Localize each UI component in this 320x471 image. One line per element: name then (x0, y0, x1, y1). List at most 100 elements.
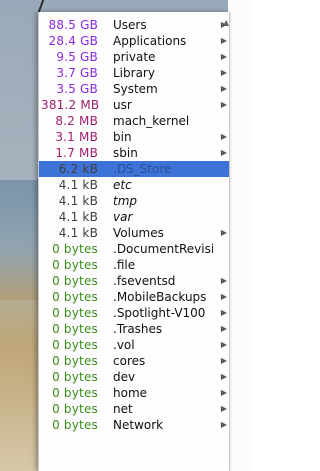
menu-item-net[interactable]: 0 bytes net ▶ (39, 401, 229, 417)
menu-item-label: dev (113, 370, 136, 384)
menu-item-library[interactable]: 3.7 GB Library ▶ (39, 65, 229, 81)
menu-item-label: private (113, 50, 156, 64)
submenu-triangle-icon: ▶ (220, 36, 228, 45)
submenu-triangle-icon: ▶ (220, 404, 228, 413)
menu-item-size: 0 bytes (52, 370, 98, 384)
menu-item-label: cores (113, 354, 146, 368)
menu-item-mach-kernel[interactable]: 8.2 MB mach_kernel (39, 113, 229, 129)
menu-item-trashes[interactable]: 0 bytes .Trashes ▶ (39, 321, 229, 337)
menu-item-ds-store[interactable]: 6.2 kB .DS_Store (39, 161, 229, 177)
menu-item-size: 4.1 kB (58, 210, 98, 224)
menu-item-size: 381.2 MB (41, 98, 100, 112)
menu-item-spotlight-v100[interactable]: 0 bytes .Spotlight-V100 ▶ (39, 305, 229, 321)
menu-item-size: 0 bytes (52, 290, 98, 304)
submenu-triangle-icon: ▶ (220, 308, 228, 317)
menu-item-size: 0 bytes (52, 274, 98, 288)
menu-item-vol[interactable]: 0 bytes .vol ▶ (39, 337, 229, 353)
submenu-triangle-icon: ▶ (220, 276, 228, 285)
menu-item-label: .fseventsd (113, 274, 176, 288)
menu-item-label: Users (113, 18, 147, 32)
menu-item-label: sbin (113, 146, 138, 160)
menu-item-home[interactable]: 0 bytes home ▶ (39, 385, 229, 401)
menu-item-var[interactable]: 4.1 kB var (39, 209, 229, 225)
submenu-triangle-icon: ▶ (220, 68, 228, 77)
menu-item-users[interactable]: 88.5 GB Users ▶ (39, 17, 229, 33)
adjacent-window-edge (228, 0, 252, 471)
menu-item-label: System (113, 82, 158, 96)
menu-item-label: Volumes (113, 226, 164, 240)
menu-item-usr[interactable]: 381.2 MB usr ▶ (39, 97, 229, 113)
menu-item-size: 0 bytes (52, 306, 98, 320)
submenu-triangle-icon: ▶ (220, 420, 228, 429)
menu-item-size: 88.5 GB (48, 18, 98, 32)
menu-item-system[interactable]: 3.5 GB System ▶ (39, 81, 229, 97)
submenu-triangle-icon: ▶ (220, 148, 228, 157)
menu-item-applications[interactable]: 28.4 GB Applications ▶ (39, 33, 229, 49)
menu-item-size: 0 bytes (52, 242, 98, 256)
submenu-triangle-icon: ▶ (220, 100, 228, 109)
menu-item-mobilebackups[interactable]: 0 bytes .MobileBackups ▶ (39, 289, 229, 305)
menu-item-network[interactable]: 0 bytes Network ▶ (39, 417, 229, 433)
menu-item-size: 4.1 kB (58, 226, 98, 240)
menu-item-size: 4.1 kB (58, 194, 98, 208)
menu-item-label: .DocumentRevision (113, 242, 213, 256)
menu-item-label: net (113, 402, 133, 416)
menu-item-label: Network (113, 418, 164, 432)
menu-item-label: .vol (113, 338, 135, 352)
submenu-triangle-icon: ▶ (220, 20, 228, 29)
submenu-triangle-icon: ▶ (220, 340, 228, 349)
menu-item-label: Applications (113, 34, 187, 48)
menu-item-size: 4.1 kB (58, 178, 98, 192)
menu-item-label: .file (113, 258, 136, 272)
menu-item-size: 0 bytes (52, 338, 98, 352)
menu-item-label: tmp (113, 194, 138, 208)
submenu-triangle-icon: ▶ (220, 84, 228, 93)
menu-item-tmp[interactable]: 4.1 kB tmp (39, 193, 229, 209)
menu-item-label: var (113, 210, 133, 224)
submenu-triangle-icon: ▶ (220, 228, 228, 237)
menu-item-size: 28.4 GB (48, 34, 98, 48)
menu-item-volumes[interactable]: 4.1 kB Volumes ▶ (39, 225, 229, 241)
menu-item-size: 0 bytes (52, 354, 98, 368)
menu-item-size: 1.7 MB (55, 146, 98, 160)
submenu-triangle-icon: ▶ (220, 372, 228, 381)
menu-item-size: 6.2 kB (58, 162, 98, 176)
menu-item-label: bin (113, 130, 132, 144)
submenu-triangle-icon: ▶ (220, 132, 228, 141)
menu-item-label: .MobileBackups (113, 290, 207, 304)
menu-item-size: 3.1 MB (55, 130, 98, 144)
submenu-triangle-icon: ▶ (220, 324, 228, 333)
submenu-triangle-icon: ▶ (220, 388, 228, 397)
menu-item-cores[interactable]: 0 bytes cores ▶ (39, 353, 229, 369)
menu-item-size: 0 bytes (52, 322, 98, 336)
desktop-edge-mark (37, 0, 45, 12)
menu-item-file[interactable]: 0 bytes .file (39, 257, 229, 273)
menu-item-size: 3.5 GB (56, 82, 98, 96)
menu-item-size: 0 bytes (52, 386, 98, 400)
menu-item-label: home (113, 386, 148, 400)
disk-usage-menu[interactable]: ▲ 88.5 GB Users ▶ 28.4 GB Applications ▶ 9.5 G… (38, 12, 230, 471)
menu-item-label: .DS_Store (113, 162, 172, 176)
menu-item-size: 0 bytes (52, 418, 98, 432)
menu-item-label: .Trashes (113, 322, 163, 336)
menu-item-size: 3.7 GB (56, 66, 98, 80)
desktop-wallpaper-sea (0, 180, 40, 300)
menu-item-size: 9.5 GB (56, 50, 98, 64)
menu-item-label: Library (113, 66, 155, 80)
menu-item-size: 0 bytes (52, 402, 98, 416)
submenu-triangle-icon: ▶ (220, 52, 228, 61)
menu-item-label: usr (113, 98, 132, 112)
menu-item-size: 8.2 MB (55, 114, 98, 128)
menu-item-documentrevision[interactable]: 0 bytes .DocumentRevision (39, 241, 229, 257)
menu-item-etc[interactable]: 4.1 kB etc (39, 177, 229, 193)
menu-item-bin[interactable]: 3.1 MB bin ▶ (39, 129, 229, 145)
menu-item-label: mach_kernel (113, 114, 190, 128)
submenu-triangle-icon: ▶ (220, 356, 228, 365)
menu-item-dev[interactable]: 0 bytes dev ▶ (39, 369, 229, 385)
menu-item-fseventsd[interactable]: 0 bytes .fseventsd ▶ (39, 273, 229, 289)
menu-item-private[interactable]: 9.5 GB private ▶ (39, 49, 229, 65)
menu-item-size: 0 bytes (52, 258, 98, 272)
submenu-triangle-icon: ▶ (220, 292, 228, 301)
menu-item-sbin[interactable]: 1.7 MB sbin ▶ (39, 145, 229, 161)
menu-item-label: .Spotlight-V100 (113, 306, 206, 320)
